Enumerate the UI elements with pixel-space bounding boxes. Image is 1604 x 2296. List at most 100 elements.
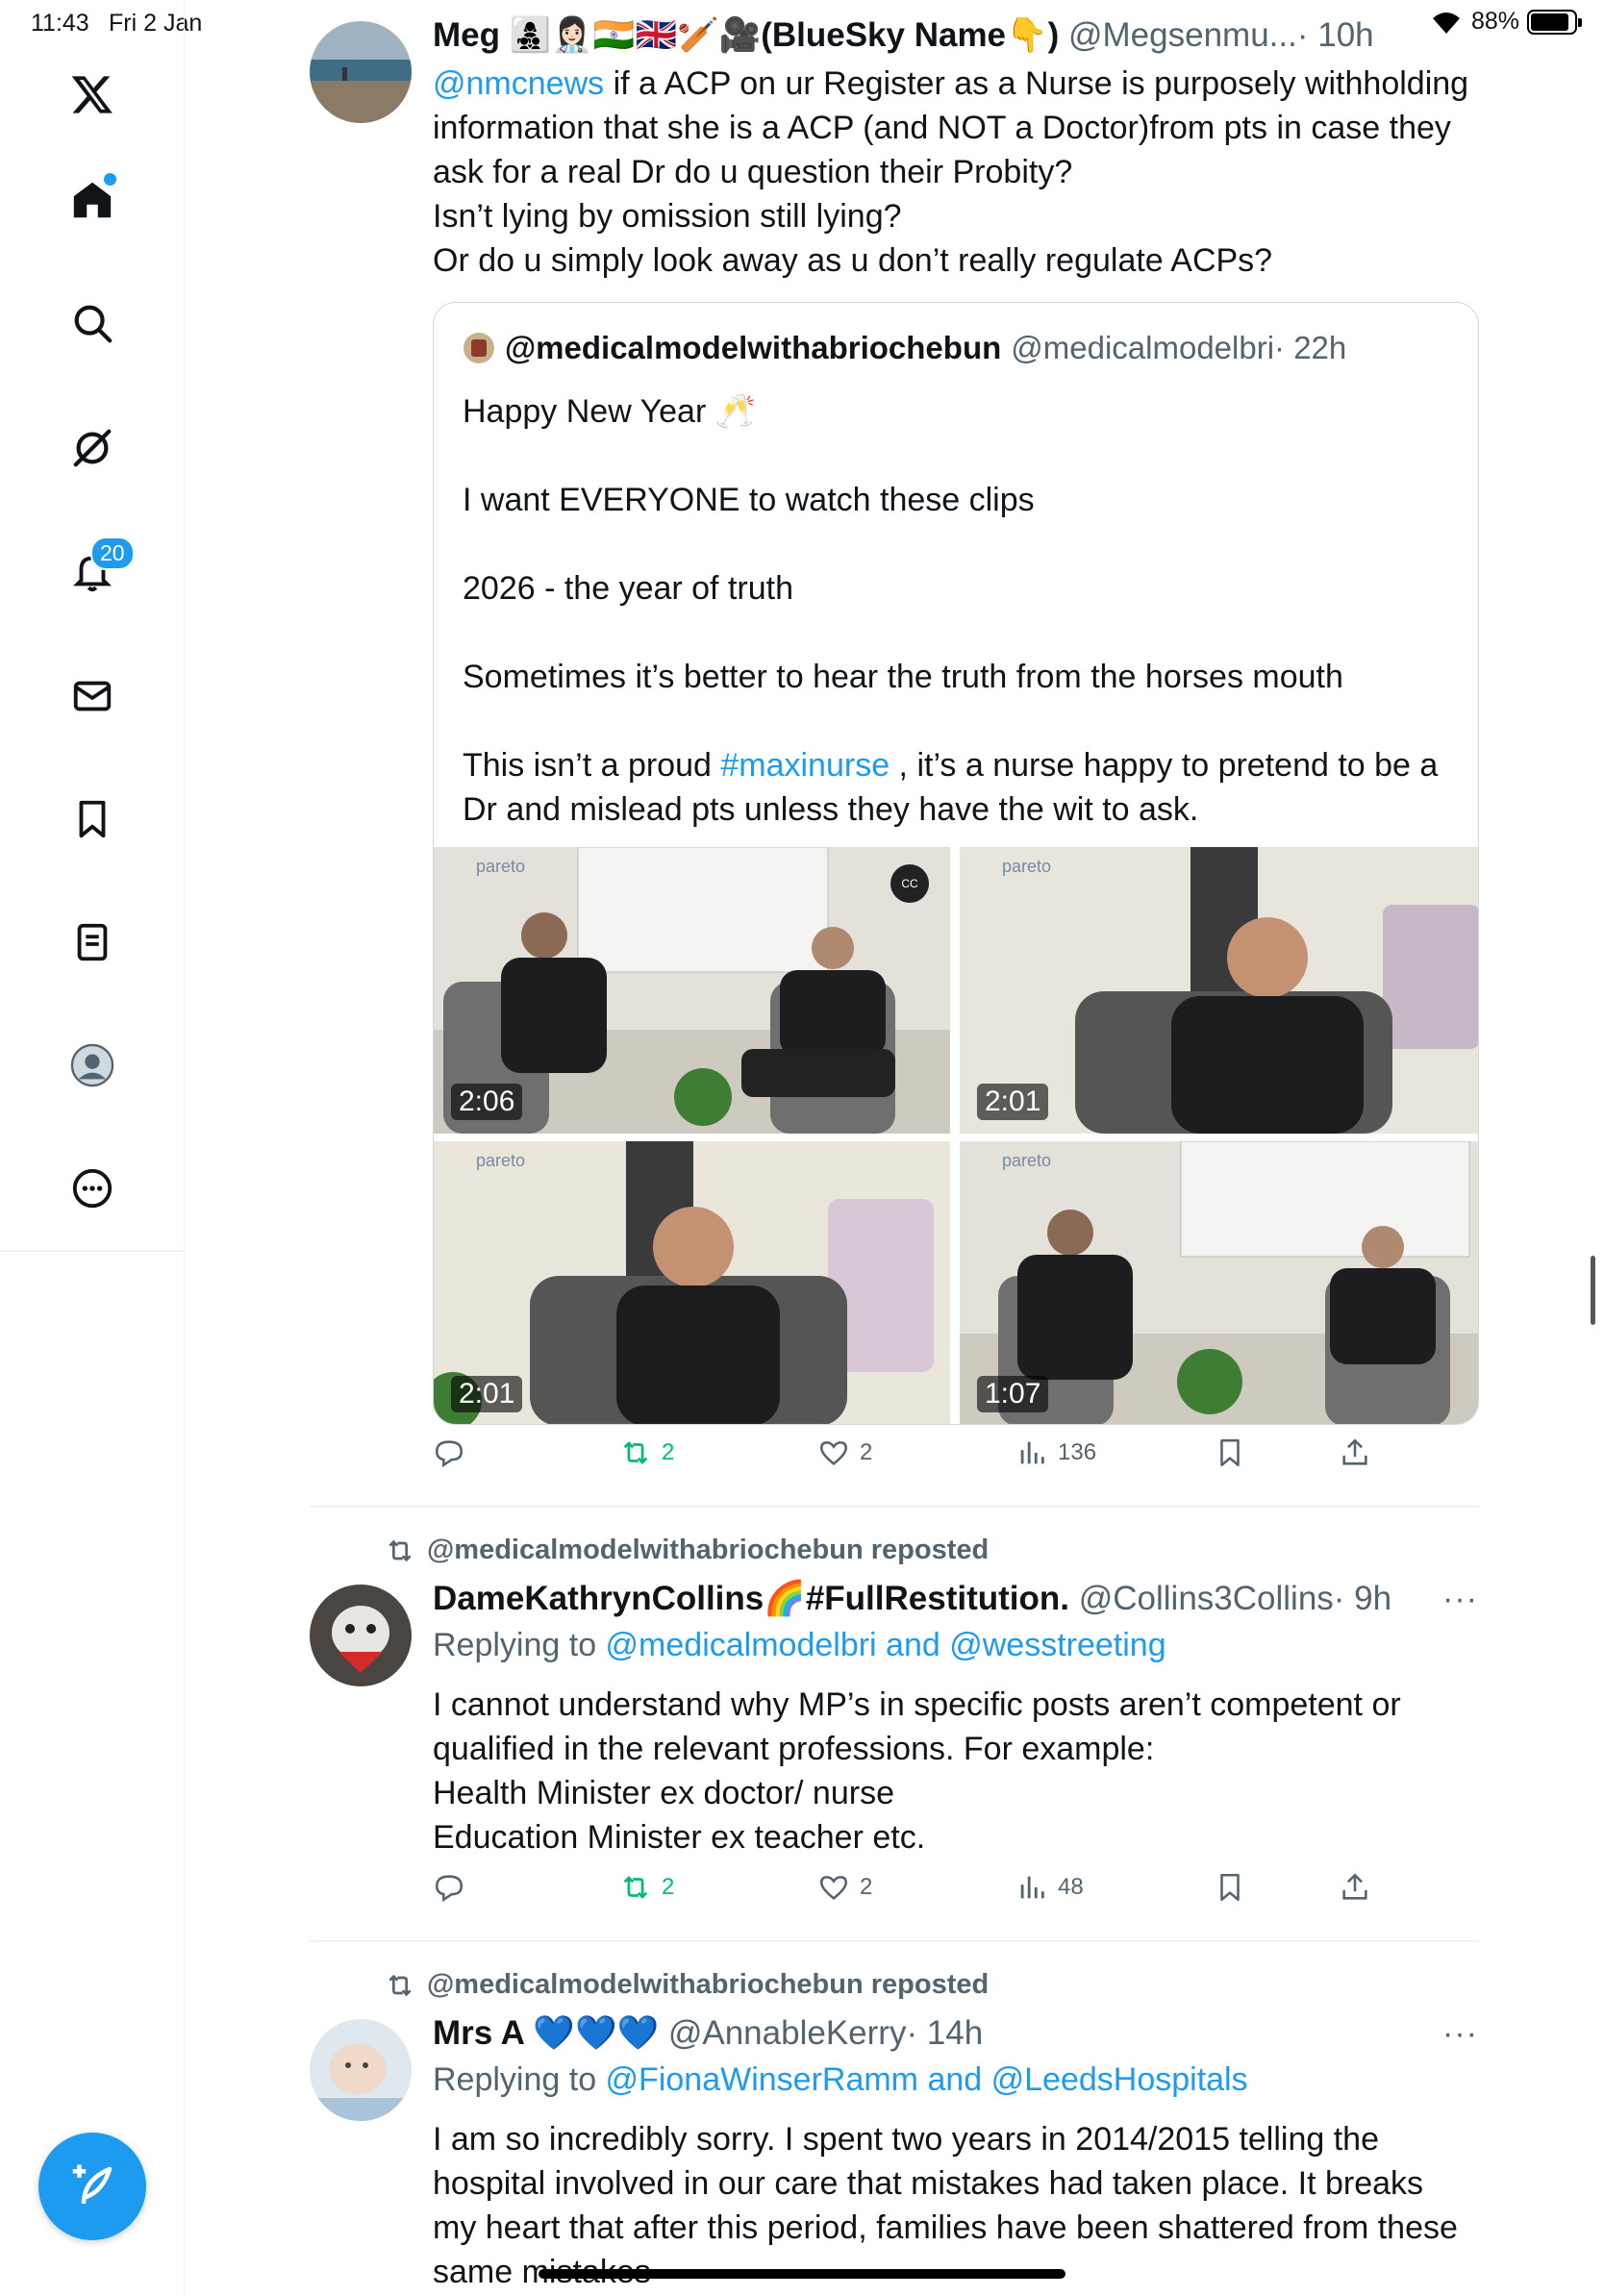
repost-label: @medicalmodelwithabriochebun reposted <box>427 1535 990 1565</box>
replying-to-links[interactable]: @FionaWinserRamm and @LeedsHospitals <box>606 2061 1248 2098</box>
sidebar-item-messages[interactable] <box>58 661 127 731</box>
compose-icon <box>72 2164 113 2205</box>
replying-to: Replying to @medicalmodelbri and @wesstr… <box>433 1627 1166 1664</box>
author-name[interactable]: Meg 👩‍👧‍👦👩🏻‍⚕️🇮🇳🇬🇧🏏🎥(BlueSky Name👇) <box>433 16 1059 54</box>
author-handle[interactable]: @Collins3Collins <box>1079 1580 1334 1617</box>
like-button[interactable]: 2 <box>817 1436 872 1469</box>
replying-to: Replying to @FionaWinserRamm and @LeedsH… <box>433 2061 1248 2099</box>
quoted-tweet[interactable]: @medicalmodelwithabriochebun @medicalmod… <box>433 302 1479 1425</box>
views-count: 136 <box>1058 1439 1097 1465</box>
bookmark-button[interactable] <box>1214 1871 1246 1904</box>
tweet-line: Or do u simply look away as u don’t real… <box>433 242 1273 279</box>
tweet-actions: 2 2 136 <box>433 1436 1491 1485</box>
views-count: 48 <box>1058 1874 1084 1900</box>
sidebar-item-explore[interactable] <box>58 288 127 358</box>
share-button[interactable] <box>1339 1436 1371 1469</box>
tweet-line-text: if a ACP on ur Register as a Nurse is pu… <box>604 65 1469 102</box>
home-indicator[interactable] <box>539 2269 1065 2279</box>
tweet-header: DameKathrynCollins🌈#FullRestitution. @Co… <box>433 1579 1391 1618</box>
video-thumbnail[interactable]: pareto CC 2:06 <box>434 847 950 1134</box>
sidebar: 20 <box>0 0 185 2296</box>
tweet-time[interactable]: · 14h <box>906 2014 983 2052</box>
repost-indicator[interactable]: @medicalmodelwithabriochebun reposted <box>385 1969 989 2001</box>
retweet-count: 2 <box>662 1874 675 1900</box>
x-logo-icon <box>71 76 113 113</box>
tweet-header: Meg 👩‍👧‍👦👩🏻‍⚕️🇮🇳🇬🇧🏏🎥(BlueSky Name👇) @Meg… <box>433 15 1374 55</box>
quote-author-handle[interactable]: @medicalmodelbri· 22h <box>1011 330 1346 366</box>
tweet-line: qualified in the relevant professions. F… <box>433 1731 1155 1767</box>
reply-icon <box>435 1875 464 1903</box>
home-unread-dot <box>104 173 116 186</box>
x-logo[interactable] <box>58 60 127 129</box>
video-thumbnail[interactable]: pareto 1:07 <box>960 1141 1478 1424</box>
views-icon <box>1020 1441 1044 1464</box>
retweet-icon <box>623 1876 648 1899</box>
tweet-avatar-mrs-a[interactable] <box>310 2019 412 2121</box>
sidebar-item-bookmarks[interactable] <box>58 785 127 854</box>
battery-icon <box>1527 9 1582 35</box>
tweet-time[interactable]: · 10h <box>1297 16 1374 54</box>
avatar-dog-image <box>310 1585 412 1686</box>
sidebar-item-home[interactable] <box>58 165 127 235</box>
sidebar-item-grok[interactable] <box>58 413 127 483</box>
tweet-time[interactable]: · 9h <box>1334 1580 1391 1617</box>
pareto-watermark: pareto <box>1002 1151 1052 1170</box>
quote-author-name[interactable]: @medicalmodelwithabriochebun <box>505 330 1001 366</box>
more-options-button[interactable]: ··· <box>1442 2015 1478 2053</box>
video-thumbnail[interactable]: pareto 2:01 <box>960 847 1478 1134</box>
sidebar-item-notifications[interactable]: 20 <box>58 537 135 606</box>
replying-to-links[interactable]: @medicalmodelbri and @wesstreeting <box>606 1627 1166 1663</box>
tweet-line: Health Minister ex doctor/ nurse <box>433 1775 894 1811</box>
battery-percent: 88% <box>1470 8 1519 35</box>
mention-link[interactable]: @nmcnews <box>433 65 604 102</box>
hashtag-link[interactable]: #maxinurse <box>720 747 890 784</box>
tweet-actions: 2 2 48 <box>433 1871 1491 1919</box>
quote-time: · 22h <box>1274 330 1347 365</box>
retweet-button[interactable]: 2 <box>619 1436 674 1469</box>
video-thumbnail[interactable]: pareto 2:01 <box>434 1141 950 1424</box>
tweet-line: hospital involved in our care that mista… <box>433 2165 1424 2202</box>
quote-header: @medicalmodelwithabriochebun @medicalmod… <box>463 330 1346 366</box>
sidebar-item-more[interactable] <box>58 1154 127 1223</box>
author-handle[interactable]: @Megsenmu... <box>1068 16 1297 54</box>
bookmark-button[interactable] <box>1214 1436 1246 1469</box>
tweet-line: Education Minister ex teacher etc. <box>433 1819 926 1856</box>
quote-line-text: This isn’t a proud <box>463 747 721 784</box>
tweet-avatar-collins[interactable] <box>310 1585 412 1686</box>
retweet-icon <box>623 1441 648 1464</box>
tweet-header: Mrs A 💙💙💙 @AnnableKerry· 14h <box>433 2013 983 2053</box>
author-name[interactable]: DameKathrynCollins🌈#FullRestitution. <box>433 1580 1069 1617</box>
replying-prefix: Replying to <box>433 2061 606 2098</box>
reply-button[interactable] <box>433 1871 465 1904</box>
author-handle[interactable]: @AnnableKerry <box>668 2014 907 2052</box>
tweet-line: Isn’t lying by omission still lying? <box>433 198 902 235</box>
like-button[interactable]: 2 <box>817 1871 872 1904</box>
quote-line: 2026 - the year of truth <box>463 570 793 607</box>
reply-button[interactable] <box>433 1436 465 1469</box>
search-icon <box>74 305 113 343</box>
tweet-avatar-meg[interactable] <box>310 21 412 123</box>
tweet-divider <box>310 1940 1479 1942</box>
tweet-text: I am so incredibly sorry. I spent two ye… <box>433 2117 1479 2294</box>
compose-button[interactable] <box>38 2133 146 2240</box>
author-name[interactable]: Mrs A 💙💙💙 <box>433 2014 659 2052</box>
pareto-watermark: pareto <box>476 857 526 876</box>
repost-indicator[interactable]: @medicalmodelwithabriochebun reposted <box>385 1535 989 1566</box>
more-options-button[interactable]: ··· <box>1442 1581 1478 1618</box>
quote-line: This isn’t a proud #maxinurse , it’s a n… <box>463 743 1463 787</box>
sidebar-item-lists[interactable] <box>58 908 127 977</box>
retweet-button[interactable]: 2 <box>619 1871 674 1904</box>
cc-icon[interactable]: CC <box>890 864 929 903</box>
tweet-divider <box>310 1506 1479 1508</box>
battery-fill <box>1531 12 1568 31</box>
tweet-line: @nmcnews if a ACP on ur Register as a Nu… <box>433 62 1479 106</box>
scroll-indicator[interactable] <box>1591 1256 1595 1325</box>
sidebar-item-profile[interactable] <box>58 1031 127 1100</box>
avatar-icon <box>70 1043 114 1087</box>
share-button[interactable] <box>1339 1871 1371 1904</box>
views-button[interactable]: 48 <box>1015 1871 1084 1904</box>
views-button[interactable]: 136 <box>1015 1436 1096 1469</box>
grok-icon <box>73 429 112 467</box>
quote-line: Happy New Year 🥂 <box>463 393 757 430</box>
more-icon <box>72 1168 113 1209</box>
